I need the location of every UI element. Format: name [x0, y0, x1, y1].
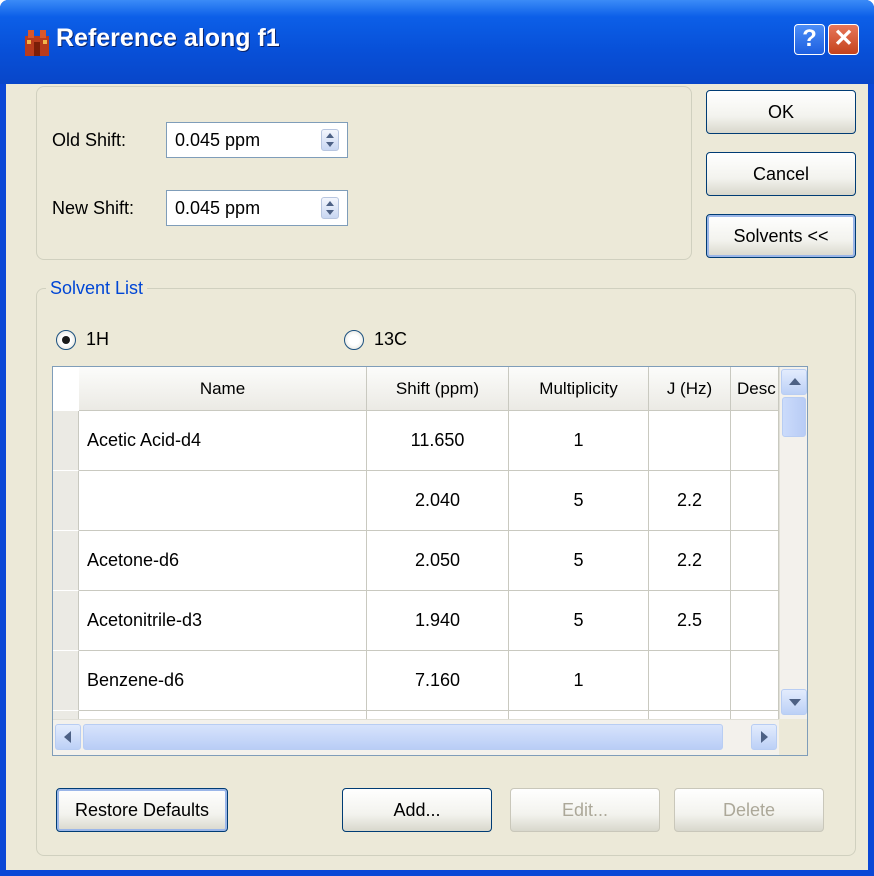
horizontal-scroll-thumb[interactable]	[83, 724, 723, 750]
edit-button[interactable]: Edit...	[510, 788, 660, 832]
dialog-client: Old Shift: 0.045 ppm New Shift: 0.045 pp…	[6, 84, 868, 870]
table-cell-multiplicity[interactable]: 1	[509, 651, 649, 711]
chevron-right-icon	[761, 731, 768, 743]
close-button[interactable]: ✕	[828, 24, 859, 55]
solvent-table[interactable]: Name Shift (ppm) Multiplicity J (Hz) Des…	[52, 366, 808, 756]
ok-button[interactable]: OK	[706, 90, 856, 134]
table-cell-desc[interactable]	[731, 651, 779, 711]
table-cell-j[interactable]	[649, 651, 731, 711]
chevron-down-icon	[789, 699, 801, 706]
table-cell-shift[interactable]: 7.160	[367, 651, 509, 711]
new-shift-value: 0.045 ppm	[175, 198, 261, 218]
row-header[interactable]	[53, 471, 79, 531]
horizontal-scrollbar[interactable]	[53, 719, 779, 755]
column-header-name[interactable]: Name	[79, 367, 367, 411]
row-header[interactable]	[53, 531, 79, 591]
row-header[interactable]	[53, 591, 79, 651]
table-cell-desc[interactable]	[731, 411, 779, 471]
table-cell-name[interactable]: Acetone-d6	[79, 531, 367, 591]
column-header-shift[interactable]: Shift (ppm)	[367, 367, 509, 411]
title-bar[interactable]: Reference along f1 ? ✕	[0, 0, 874, 84]
cancel-button[interactable]: Cancel	[706, 152, 856, 196]
table-cell-desc[interactable]	[731, 531, 779, 591]
table-cell-multiplicity[interactable]: 5	[509, 591, 649, 651]
table-cell-shift[interactable]: 11.650	[367, 411, 509, 471]
scroll-corner	[779, 719, 807, 755]
restore-defaults-button[interactable]: Restore Defaults	[56, 788, 228, 832]
radio-1h-label[interactable]: 1H	[86, 329, 109, 350]
radio-13c-label[interactable]: 13C	[374, 329, 407, 350]
table-cell-j[interactable]: 2.5	[649, 591, 731, 651]
table-cell-j[interactable]: 2.2	[649, 471, 731, 531]
scroll-down-button[interactable]	[781, 689, 807, 715]
add-button[interactable]: Add...	[342, 788, 492, 832]
close-icon: ✕	[833, 25, 854, 52]
table-cell-shift[interactable]: 1.940	[367, 591, 509, 651]
table-corner	[53, 367, 80, 411]
table-cell-multiplicity[interactable]: 5	[509, 531, 649, 591]
row-header[interactable]	[53, 651, 79, 711]
table-cell-name[interactable]	[79, 471, 367, 531]
scroll-right-button[interactable]	[751, 724, 777, 750]
column-header-desc[interactable]: Desc	[731, 367, 779, 411]
table-cell-name[interactable]: Acetonitrile-d3	[79, 591, 367, 651]
dialog-window: Reference along f1 ? ✕ Old Shift: 0.045 …	[0, 0, 874, 876]
solvents-toggle-button[interactable]: Solvents <<	[706, 214, 856, 258]
vertical-scrollbar[interactable]	[779, 367, 807, 719]
vertical-scroll-thumb[interactable]	[782, 397, 806, 437]
new-shift-label: New Shift:	[52, 198, 135, 218]
scroll-left-button[interactable]	[55, 724, 81, 750]
new-shift-spinbox[interactable]: 0.045 ppm	[166, 190, 348, 226]
table-cell-multiplicity[interactable]: 5	[509, 471, 649, 531]
window-title: Reference along f1	[56, 24, 280, 52]
column-header-j[interactable]: J (Hz)	[649, 367, 731, 411]
radio-13c[interactable]	[344, 330, 364, 350]
old-shift-value: 0.045 ppm	[175, 130, 261, 150]
old-shift-spinbox[interactable]: 0.045 ppm	[166, 122, 348, 158]
table-cell-j[interactable]	[649, 411, 731, 471]
table-cell-shift[interactable]: 2.040	[367, 471, 509, 531]
shift-group	[36, 86, 692, 260]
chevron-left-icon	[64, 731, 71, 743]
table-cell-multiplicity[interactable]: 1	[509, 411, 649, 471]
delete-button[interactable]: Delete	[674, 788, 824, 832]
table-cell-j[interactable]: 2.2	[649, 531, 731, 591]
chevron-up-icon	[789, 378, 801, 385]
table-cell-desc[interactable]	[731, 591, 779, 651]
spin-arrows-icon[interactable]	[321, 129, 339, 151]
app-icon	[25, 30, 49, 56]
scroll-up-button[interactable]	[781, 369, 807, 395]
table-cell-name[interactable]: Acetic Acid-d4	[79, 411, 367, 471]
radio-1h[interactable]	[56, 330, 76, 350]
solvent-list-legend: Solvent List	[46, 278, 148, 299]
old-shift-label: Old Shift:	[52, 130, 127, 150]
column-header-multiplicity[interactable]: Multiplicity	[509, 367, 649, 411]
table-cell-shift[interactable]: 2.050	[367, 531, 509, 591]
help-button[interactable]: ?	[794, 24, 825, 55]
spin-arrows-icon[interactable]	[321, 197, 339, 219]
table-cell-desc[interactable]	[731, 471, 779, 531]
row-header[interactable]	[53, 411, 79, 471]
help-icon: ?	[802, 25, 817, 52]
table-cell-name[interactable]: Benzene-d6	[79, 651, 367, 711]
